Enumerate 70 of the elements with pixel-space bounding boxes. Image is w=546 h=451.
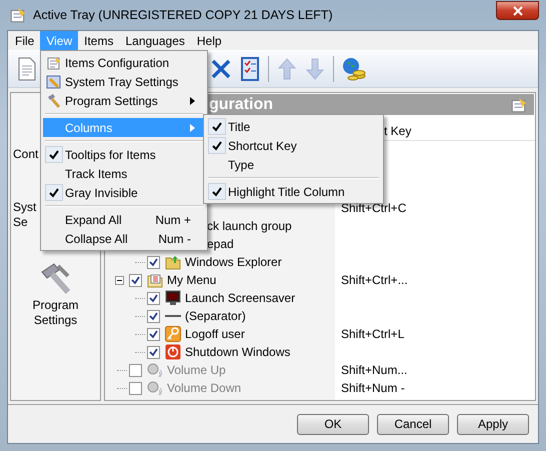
column-header[interactable]: t Key: [384, 124, 412, 138]
window-title: Active Tray (UNREGISTERED COPY 21 DAYS LEFT): [33, 8, 334, 22]
power-icon: [165, 344, 181, 360]
globe-coins-icon[interactable]: [342, 57, 366, 81]
key-icon: [165, 326, 181, 342]
checkbox[interactable]: [147, 292, 160, 304]
submenu-arrow-icon: [190, 96, 195, 104]
tree-item-label[interactable]: ck launch group: [207, 219, 292, 233]
dialog-button[interactable]: OK: [297, 414, 369, 434]
tree-item-label[interactable]: Windows Explorer: [185, 255, 282, 269]
app-icon: [9, 6, 27, 24]
menu-item[interactable]: Shortcut Key: [206, 136, 381, 155]
checkbox[interactable]: [147, 328, 160, 340]
menu-item[interactable]: Type: [206, 155, 381, 174]
tree-item-label[interactable]: Launch Screensaver: [185, 291, 296, 305]
separator-line-icon: [165, 314, 181, 318]
close-button[interactable]: [496, 1, 539, 20]
notepad-icon: [46, 54, 62, 70]
sidebar-item-label[interactable]: Cont: [13, 147, 38, 162]
tree-item-label[interactable]: epad: [207, 237, 234, 251]
sidebar-item-label[interactable]: Syst Se: [13, 200, 36, 230]
tree-item-label[interactable]: Shutdown Windows: [185, 345, 290, 359]
tree-item-label[interactable]: (Separator): [185, 309, 246, 323]
tree-item-label[interactable]: Logoff user: [185, 327, 245, 341]
tree-item-label[interactable]: My Menu: [167, 273, 216, 287]
menu-item[interactable]: Help: [190, 31, 228, 50]
tree-item-label[interactable]: Volume Down: [167, 381, 242, 395]
shortcut-key-text: Shift+Ctrl+C: [341, 201, 406, 215]
menu-item[interactable]: Languages: [119, 31, 191, 50]
menu-item[interactable]: Items Configuration: [43, 53, 205, 72]
shortcut-key-text: Shift+Num...: [341, 363, 408, 377]
menu-item[interactable]: Tooltips for Items: [43, 145, 205, 164]
folder-icon: [165, 254, 181, 270]
close-icon: [512, 6, 522, 16]
sidebar-item-label[interactable]: Program Settings: [32, 298, 78, 328]
delete-icon[interactable]: [210, 58, 232, 80]
menu-item[interactable]: Program Settings: [43, 91, 205, 110]
checkbox[interactable]: [147, 310, 160, 322]
shortcut-key-text: Shift+Ctrl+L: [341, 327, 404, 341]
menu-item[interactable]: System Tray Settings: [43, 72, 205, 91]
monitor-icon: [165, 290, 181, 306]
tree-item-label[interactable]: Volume Up: [167, 363, 226, 377]
menu-item[interactable]: Highlight Title Column: [206, 182, 381, 201]
menu-item[interactable]: Gray Invisible: [43, 183, 205, 202]
menu-item[interactable]: Track Items: [43, 164, 205, 183]
shortcut-key-text: Shift+Num -: [341, 381, 405, 395]
menu-item[interactable]: Collapse All Num -: [43, 229, 205, 248]
menu-item[interactable]: Items: [78, 31, 120, 50]
menu-item[interactable]: File: [9, 31, 40, 50]
dialog-button[interactable]: Cancel: [377, 414, 449, 434]
checklist-icon[interactable]: [240, 57, 260, 81]
new-document-icon[interactable]: [16, 57, 38, 81]
menu-icon: [147, 272, 163, 288]
menu-item[interactable]: Expand All Num +: [43, 210, 205, 229]
settings-icon: [46, 74, 62, 90]
collapse-icon[interactable]: [114, 276, 124, 284]
shortcut-key-text: Shift+Ctrl+...: [341, 273, 408, 287]
checkbox[interactable]: [147, 346, 160, 358]
checkbox[interactable]: [129, 382, 142, 394]
hammer-icon: [46, 92, 62, 108]
checkbox[interactable]: [147, 256, 160, 268]
notepad-icon: [510, 96, 528, 114]
speaker-icon: [147, 362, 163, 378]
checkbox[interactable]: [129, 274, 142, 286]
checkbox[interactable]: [129, 364, 142, 376]
panel-title: guration: [209, 96, 273, 114]
speaker-icon: [147, 380, 163, 396]
dialog-button[interactable]: Apply: [457, 414, 529, 434]
menu-item[interactable]: Title: [206, 117, 381, 136]
submenu-arrow-icon: [190, 124, 195, 132]
